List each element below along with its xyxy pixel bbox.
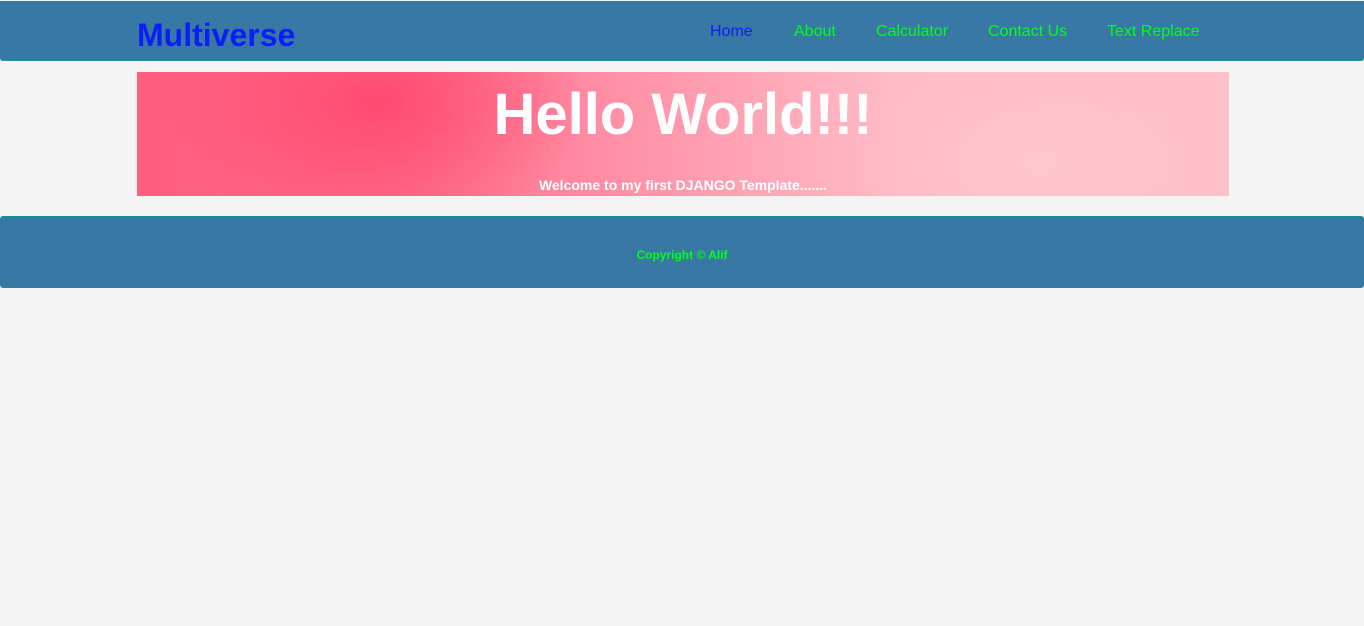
nav-link-about[interactable]: About: [794, 21, 836, 43]
hero-banner: Hello World!!! Welcome to my first DJANG…: [137, 72, 1229, 196]
hero-title: Hello World!!!: [493, 82, 873, 147]
nav-link-text-replace[interactable]: Text Replace: [1107, 21, 1200, 43]
footer: Copyright © Alif: [0, 216, 1364, 288]
hero-subtitle: Welcome to my first DJANGO Template.....…: [538, 177, 828, 193]
navbar: Multiverse Home About Calculator Contact…: [0, 1, 1364, 61]
brand-logo[interactable]: Multiverse: [137, 15, 295, 55]
footer-copyright: Copyright © Alif: [636, 248, 728, 262]
nav-link-calculator[interactable]: Calculator: [876, 21, 948, 43]
nav-link-contact-us[interactable]: Contact Us: [988, 21, 1067, 43]
nav-link-home[interactable]: Home: [710, 21, 753, 43]
